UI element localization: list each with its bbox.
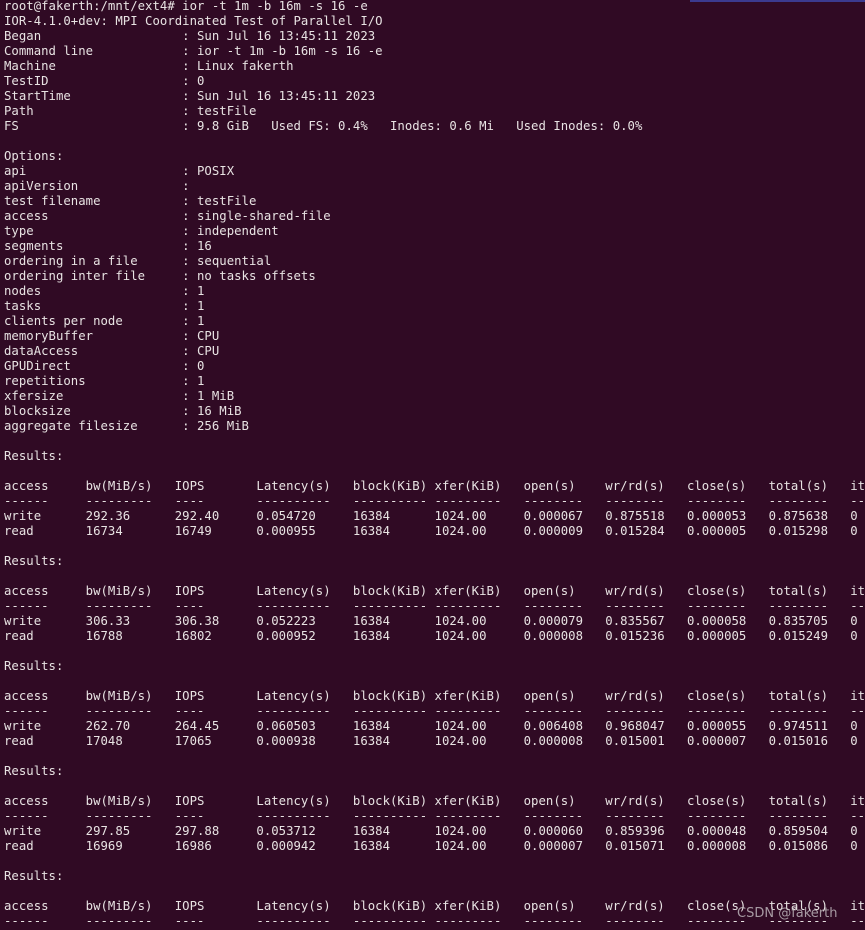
results-data-row: read 16734 16749 0.000955 16384 1024.00 … — [4, 524, 865, 538]
info-line-fs: FS : 9.8 GiB Used FS: 0.4% Inodes: 0.6 M… — [4, 119, 643, 133]
results-dash-row-1: ------ --------- ---- ---------- -------… — [4, 599, 865, 613]
spacer-before-results-0 — [4, 434, 865, 449]
info-line-command-line: Command line : ior -t 1m -b 16m -s 16 -e — [4, 44, 383, 58]
info-line-starttime: StartTime : Sun Jul 16 13:45:11 2023 — [4, 89, 376, 103]
results-dash-row-4: ------ --------- ---- ---------- -------… — [4, 914, 865, 928]
info-line-began: Began : Sun Jul 16 13:45:11 2023 — [4, 29, 376, 43]
banner-line: IOR-4.1.0+dev: MPI Coordinated Test of P… — [4, 14, 383, 28]
spacer-after-results-title-4 — [4, 884, 865, 899]
spacer-before-results-3 — [4, 749, 865, 764]
results-data-row: write 297.85 297.88 0.053712 16384 1024.… — [4, 824, 865, 838]
option-line-clients-per-node: clients per node : 1 — [4, 314, 205, 328]
results-header-row-2: access bw(MiB/s) IOPS Latency(s) block(K… — [4, 689, 865, 703]
results-data-row: write 262.70 264.45 0.060503 16384 1024.… — [4, 719, 865, 733]
option-line-tasks: tasks : 1 — [4, 299, 205, 313]
spacer-before-results-4 — [4, 854, 865, 869]
results-title-0: Results: — [4, 449, 64, 463]
option-line-blocksize: blocksize : 16 MiB — [4, 404, 242, 418]
option-line-nodes: nodes : 1 — [4, 284, 205, 298]
option-line-test-filename: test filename : testFile — [4, 194, 257, 208]
option-line-access: access : single-shared-file — [4, 209, 331, 223]
spacer-after-results-title-1 — [4, 569, 865, 584]
results-dash-row-2: ------ --------- ---- ---------- -------… — [4, 704, 865, 718]
spacer-before-results-1 — [4, 539, 865, 554]
option-line-repetitions: repetitions : 1 — [4, 374, 205, 388]
results-title-3: Results: — [4, 764, 64, 778]
results-dash-row-3: ------ --------- ---- ---------- -------… — [4, 809, 865, 823]
option-line-gpudirect: GPUDirect : 0 — [4, 359, 205, 373]
info-line-machine: Machine : Linux fakerth — [4, 59, 294, 73]
spacer-after-results-title-2 — [4, 674, 865, 689]
terminal-window[interactable]: root@fakerth:/mnt/ext4# ior -t 1m -b 16m… — [0, 0, 865, 930]
option-line-xfersize: xfersize : 1 MiB — [4, 389, 235, 403]
results-data-row: read 16788 16802 0.000952 16384 1024.00 … — [4, 629, 865, 643]
option-line-memorybuffer: memoryBuffer : CPU — [4, 329, 220, 343]
option-line-aggregate-filesize: aggregate filesize : 256 MiB — [4, 419, 249, 433]
results-header-row-1: access bw(MiB/s) IOPS Latency(s) block(K… — [4, 584, 865, 598]
results-header-row-3: access bw(MiB/s) IOPS Latency(s) block(K… — [4, 794, 865, 808]
option-line-ordering-in-a-file: ordering in a file : sequential — [4, 254, 272, 268]
option-line-ordering-inter-file: ordering inter file : no tasks offsets — [4, 269, 316, 283]
spacer-after-results-title-3 — [4, 779, 865, 794]
results-title-4: Results: — [4, 869, 64, 883]
results-data-row: read 17048 17065 0.000938 16384 1024.00 … — [4, 734, 865, 748]
results-title-2: Results: — [4, 659, 64, 673]
spacer-before-results-2 — [4, 644, 865, 659]
results-dash-row-0: ------ --------- ---- ---------- -------… — [4, 494, 865, 508]
terminal-screen[interactable]: root@fakerth:/mnt/ext4# ior -t 1m -b 16m… — [4, 0, 865, 930]
option-line-apiversion: apiVersion : — [4, 179, 198, 193]
option-line-type: type : independent — [4, 224, 279, 238]
results-data-row: read 16969 16986 0.000942 16384 1024.00 … — [4, 839, 865, 853]
options-title: Options: — [4, 149, 64, 163]
results-header-row-4: access bw(MiB/s) IOPS Latency(s) block(K… — [4, 899, 865, 913]
option-line-dataaccess: dataAccess : CPU — [4, 344, 220, 358]
results-data-row: write 306.33 306.38 0.052223 16384 1024.… — [4, 614, 865, 628]
results-title-1: Results: — [4, 554, 64, 568]
prompt-line[interactable]: root@fakerth:/mnt/ext4# ior -t 1m -b 16m… — [4, 0, 865, 14]
info-line-testid: TestID : 0 — [4, 74, 205, 88]
option-line-segments: segments : 16 — [4, 239, 212, 253]
spacer-before-options — [4, 134, 865, 149]
info-line-path: Path : testFile — [4, 104, 257, 118]
option-line-api: api : POSIX — [4, 164, 235, 178]
results-data-row: write 292.36 292.40 0.054720 16384 1024.… — [4, 509, 865, 523]
spacer-after-results-title-0 — [4, 464, 865, 479]
results-header-row-0: access bw(MiB/s) IOPS Latency(s) block(K… — [4, 479, 865, 493]
